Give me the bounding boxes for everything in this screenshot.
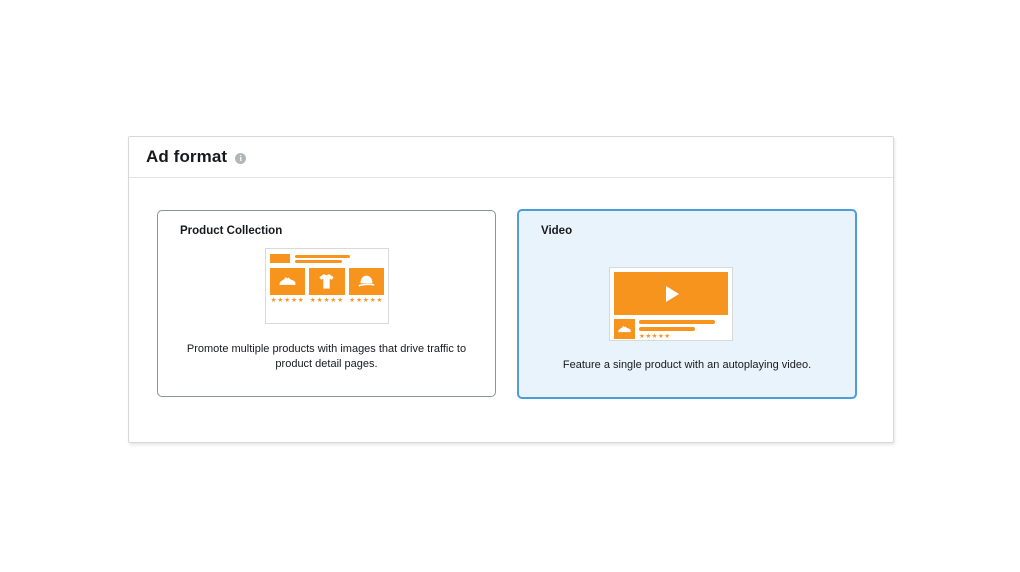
headline-line: [295, 255, 350, 258]
card-video[interactable]: Video ★★★★★ Feature a single product: [517, 209, 857, 399]
card-description: Feature a single product with an autopla…: [519, 358, 855, 373]
video-preview: ★★★★★: [609, 267, 733, 341]
tshirt-icon: [309, 268, 344, 295]
rating-stars: ★★★★★: [270, 297, 305, 304]
product-collection-preview: ★★★★★ ★★★★★ ★★★★★: [265, 248, 389, 324]
product-tile: ★★★★★: [270, 268, 305, 304]
brand-logo-block: [270, 254, 290, 263]
panel-header: Ad format i: [129, 137, 893, 178]
info-icon[interactable]: i: [235, 153, 246, 164]
rating-stars: ★★★★★: [349, 297, 384, 304]
product-tile: ★★★★★: [349, 268, 384, 304]
listing-lines: ★★★★★: [639, 320, 715, 340]
card-description: Promote multiple products with images th…: [158, 342, 495, 372]
play-icon: [614, 272, 728, 315]
ad-format-options: Product Collection ★★★★★: [129, 178, 893, 443]
video-listing: ★★★★★: [614, 319, 728, 340]
product-tile: ★★★★★: [309, 268, 344, 304]
sneaker-icon: [614, 319, 635, 339]
card-title: Product Collection: [180, 225, 282, 237]
rating-stars: ★★★★★: [309, 297, 344, 304]
rating-stars: ★★★★★: [639, 333, 715, 340]
card-product-collection[interactable]: Product Collection ★★★★★: [157, 210, 496, 397]
headline-line: [295, 260, 342, 263]
sneaker-icon: [270, 268, 305, 295]
cap-icon: [349, 268, 384, 295]
page-title: Ad format: [146, 147, 227, 167]
ad-format-panel: Ad format i Product Collection: [128, 136, 894, 443]
title-line: [639, 320, 715, 324]
title-line: [639, 327, 695, 331]
preview-header: [270, 254, 384, 263]
headline-lines: [295, 255, 350, 263]
card-title: Video: [541, 225, 572, 237]
product-tiles: ★★★★★ ★★★★★ ★★★★★: [270, 268, 384, 304]
